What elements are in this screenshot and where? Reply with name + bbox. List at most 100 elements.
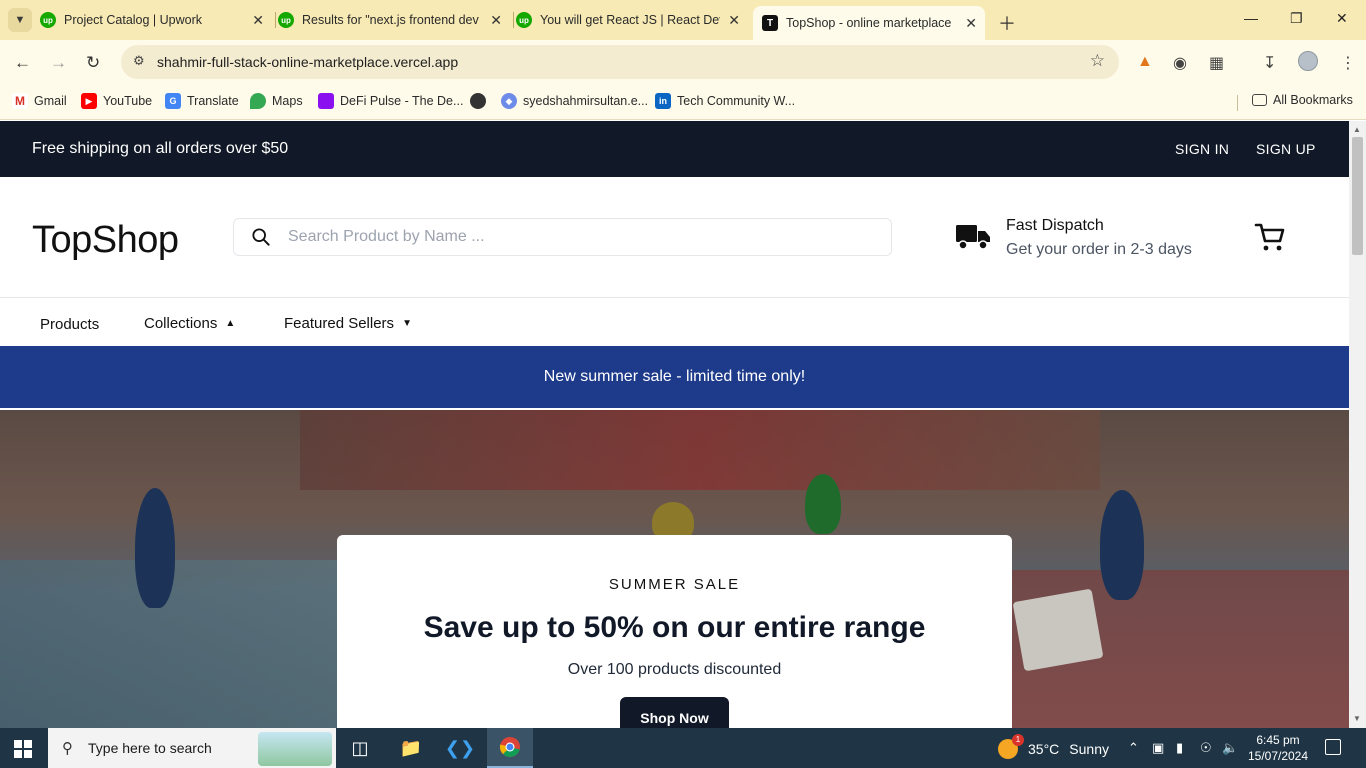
bookmark-gmail[interactable]: M Gmail	[12, 93, 67, 109]
delivery-truck-icon	[956, 225, 990, 250]
nav-featured-sellers[interactable]: Featured Sellers ▼	[284, 315, 412, 332]
bookmark-globe[interactable]	[470, 93, 492, 109]
bookmark-portfolio[interactable]: ◆ syedshahmirsultan.e...	[501, 93, 648, 109]
minimize-icon[interactable]: —	[1244, 10, 1258, 26]
tab-title: Results for "next.js frontend dev	[302, 13, 479, 27]
sign-in-link[interactable]: SIGN IN	[1175, 141, 1229, 157]
windows-start-icon[interactable]	[14, 740, 32, 758]
all-bookmarks-button[interactable]: All Bookmarks	[1252, 93, 1353, 107]
browser-tab-strip: ▼ up Project Catalog | Upwork ✕ up Resul…	[0, 0, 1366, 40]
bookmark-youtube[interactable]: ▶ YouTube	[81, 93, 152, 109]
tab-title: You will get React JS | React Dev	[540, 13, 720, 27]
file-explorer-icon[interactable]: 📁	[388, 728, 434, 768]
translate-icon: G	[165, 93, 181, 109]
bookmark-translate[interactable]: G Translate	[165, 93, 239, 109]
search-input[interactable]	[288, 225, 868, 249]
hero-dice	[1012, 588, 1104, 672]
task-view-icon[interactable]: ◫	[337, 728, 383, 768]
profile-avatar[interactable]	[1298, 51, 1318, 71]
product-search	[233, 218, 892, 256]
upwork-icon: up	[516, 12, 532, 28]
bookmark-label: syedshahmirsultan.e...	[523, 94, 649, 108]
sign-up-link[interactable]: SIGN UP	[1256, 141, 1316, 157]
browser-tab[interactable]: up Results for "next.js frontend dev ✕	[278, 6, 510, 34]
site-logo[interactable]: TopShop	[32, 219, 179, 262]
forward-icon[interactable]: →	[50, 53, 67, 73]
hero-title: Save up to 50% on our entire range	[423, 611, 926, 644]
bookmarks-bar: M Gmail ▶ YouTube G Translate Maps DeFi …	[0, 86, 1366, 120]
shop-now-button[interactable]: Shop Now	[620, 697, 729, 728]
restore-icon[interactable]: ❐	[1290, 10, 1303, 27]
bookmark-label: Translate	[187, 94, 239, 108]
system-clock[interactable]: 6:45 pm 15/07/2024	[1246, 732, 1310, 764]
vscode-icon[interactable]: ❮❯	[437, 728, 483, 768]
search-highlight-image	[258, 732, 332, 766]
dispatch-subtitle: Get your order in 2-3 days	[1006, 241, 1192, 258]
site-header: TopShop Fast Dispatch Get your order in …	[0, 177, 1349, 298]
reload-icon[interactable]: ↻	[86, 53, 100, 73]
chrome-icon[interactable]	[487, 728, 533, 768]
hero-card: SUMMER SALE Save up to 50% on our entire…	[337, 535, 1012, 728]
bookmarks-divider	[1237, 95, 1238, 111]
address-bar[interactable]: ⚙ shahmir-full-stack-online-marketplace.…	[121, 45, 1119, 79]
taskbar-search-text: Type here to search	[88, 740, 212, 756]
page-viewport: Free shipping on all orders over $50 SIG…	[0, 121, 1349, 728]
close-tab-icon[interactable]: ✕	[490, 12, 502, 29]
browser-tab[interactable]: up You will get React JS | React Dev ✕	[516, 6, 748, 34]
battery-icon[interactable]: ▮	[1176, 740, 1183, 756]
nav-collections[interactable]: Collections ▲	[144, 315, 235, 332]
back-icon[interactable]: ←	[14, 53, 31, 73]
browser-tab-active[interactable]: T TopShop - online marketplace ✕	[753, 6, 985, 40]
promo-banner: New summer sale - limited time only!	[0, 346, 1349, 408]
bookmark-maps[interactable]: Maps	[250, 93, 303, 109]
close-tab-icon[interactable]: ✕	[252, 12, 264, 29]
weather-widget[interactable]: 1 35°C Sunny	[998, 734, 1109, 759]
bookmark-tech-community[interactable]: in Tech Community W...	[655, 93, 795, 109]
shopping-cart-icon[interactable]	[1254, 221, 1286, 253]
chevron-up-icon: ▲	[225, 318, 236, 329]
new-tab-icon[interactable]: ＋	[998, 10, 1016, 36]
gmail-icon: M	[12, 93, 28, 109]
taskbar-search[interactable]: ⚲ Type here to search	[48, 728, 336, 768]
download-icon[interactable]: ↧	[1263, 53, 1276, 73]
maps-icon	[250, 93, 266, 109]
scroll-up-icon[interactable]: ▲	[1353, 125, 1361, 134]
bookmark-star-icon[interactable]: ☆	[1090, 51, 1105, 71]
category-nav: Products Collections ▲ Featured Sellers …	[0, 298, 1349, 346]
hero-background-board	[300, 410, 1100, 490]
meet-now-icon[interactable]: ▣	[1152, 740, 1164, 756]
site-settings-icon[interactable]: ⚙	[133, 53, 145, 69]
nav-collections-label: Collections	[144, 315, 218, 332]
camera-icon[interactable]: ◉	[1173, 53, 1187, 73]
bookmark-defi-pulse[interactable]: DeFi Pulse - The De...	[318, 93, 463, 109]
folder-icon	[1252, 94, 1267, 106]
close-tab-icon[interactable]: ✕	[728, 12, 740, 29]
wifi-icon[interactable]: ☉	[1200, 740, 1212, 756]
clock-time: 6:45 pm	[1256, 733, 1300, 747]
hero-pawn	[1100, 490, 1144, 600]
promo-text: New summer sale - limited time only!	[543, 368, 806, 385]
upwork-icon: up	[40, 12, 56, 28]
tab-search-chevron-icon[interactable]: ▼	[8, 8, 32, 32]
volume-icon[interactable]: 🔈	[1222, 740, 1238, 756]
notifications-icon[interactable]	[1325, 739, 1341, 755]
browser-toolbar: ← → ↻ ⚙ shahmir-full-stack-online-market…	[0, 40, 1366, 86]
page-scrollbar[interactable]: ▲ ▼	[1349, 121, 1366, 728]
tray-chevron-up-icon[interactable]: ⌃	[1128, 740, 1139, 756]
nav-featured-sellers-label: Featured Sellers	[284, 315, 395, 332]
nav-products[interactable]: Products	[40, 316, 99, 333]
metamask-icon[interactable]: ▲	[1137, 53, 1153, 71]
scrollbar-thumb[interactable]	[1352, 137, 1363, 255]
close-window-icon[interactable]: ✕	[1336, 10, 1348, 27]
upwork-icon: up	[278, 12, 294, 28]
windows-taskbar: ⚲ Type here to search ◫ 📁 ❮❯ 1 35°C Sunn…	[0, 728, 1366, 768]
url-text[interactable]: shahmir-full-stack-online-marketplace.ve…	[157, 54, 458, 70]
clock-date: 15/07/2024	[1247, 749, 1309, 763]
weather-badge: 1	[1012, 734, 1024, 746]
scroll-down-icon[interactable]: ▼	[1353, 714, 1361, 723]
browser-tab[interactable]: up Project Catalog | Upwork ✕	[40, 6, 272, 34]
tab-title: Project Catalog | Upwork	[64, 13, 203, 27]
extensions-icon[interactable]: ▦	[1209, 53, 1224, 73]
more-menu-icon[interactable]: ⋮	[1340, 53, 1356, 73]
close-tab-icon[interactable]: ✕	[965, 15, 977, 32]
